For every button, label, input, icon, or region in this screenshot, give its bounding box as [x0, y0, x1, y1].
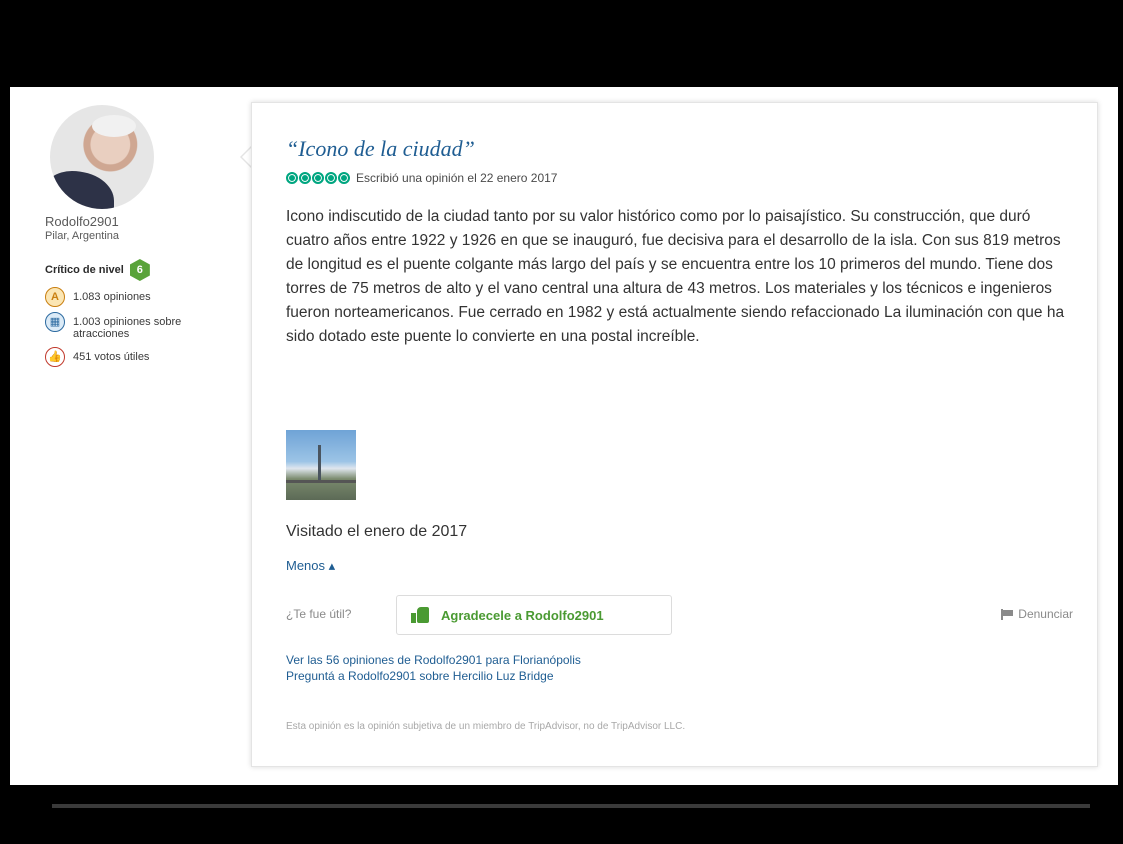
rating-bubbles: [286, 172, 350, 184]
helpful-question: ¿Te fue útil?: [286, 607, 352, 621]
stat-votes-text: 451 votos útiles: [73, 351, 150, 363]
stat-reviews-text: 1.083 opiniones: [73, 291, 151, 303]
disclaimer: Esta opinión es la opinión subjetiva de …: [286, 721, 686, 732]
avatar-hair: [92, 115, 136, 137]
thank-button-label: Agradecele a Rodolfo2901: [441, 607, 604, 623]
photo-bridge-tower: [318, 445, 321, 483]
level-label: Crítico de nivel: [45, 264, 124, 276]
contributor-level: Crítico de nivel 6: [45, 259, 150, 281]
less-link[interactable]: Menos ▴: [286, 558, 335, 574]
screenshot-frame: Rodolfo2901 Pilar, Argentina Crítico de …: [0, 0, 1123, 844]
thank-button[interactable]: Agradecele a Rodolfo2901: [396, 595, 672, 635]
thumbs-up-icon: [411, 607, 431, 623]
stat-votes: 👍 451 votos útiles: [45, 347, 193, 367]
stat-attractions: ▦ 1.003 opiniones sobre atracciones: [45, 312, 193, 340]
report-label: Denunciar: [1018, 607, 1073, 621]
review-pen-icon: A: [45, 287, 65, 307]
less-label: Menos: [286, 558, 326, 573]
rating-bubble-icon: [299, 172, 311, 184]
user-avatar[interactable]: [50, 105, 154, 209]
review-container: Rodolfo2901 Pilar, Argentina Crítico de …: [10, 87, 1118, 785]
rating-row: Escribió una opinión el 22 enero 2017: [286, 171, 557, 185]
review-body: Icono indiscutido de la ciudad tanto por…: [286, 208, 1065, 345]
rating-bubble-icon: [325, 172, 337, 184]
review-photo[interactable]: [286, 430, 356, 500]
bottom-divider: [52, 804, 1090, 808]
rating-bubble-icon: [338, 172, 350, 184]
avatar-shoulder: [50, 171, 114, 209]
username[interactable]: Rodolfo2901: [45, 214, 119, 229]
stat-attractions-text: 1.003 opiniones sobre atracciones: [73, 316, 182, 340]
review-title[interactable]: “Icono de la ciudad”: [286, 136, 475, 162]
see-user-reviews-link[interactable]: Ver las 56 opiniones de Rodolfo2901 para…: [286, 653, 581, 667]
stat-reviews: A 1.083 opiniones: [45, 287, 193, 307]
photo-bridge-deck: [286, 480, 356, 483]
review-card: “Icono de la ciudad” Escribió una opinió…: [251, 102, 1098, 767]
user-location: Pilar, Argentina: [45, 230, 119, 242]
ask-user-link[interactable]: Preguntá a Rodolfo2901 sobre Hercilio Lu…: [286, 669, 554, 683]
review-date: Escribió una opinión el 22 enero 2017: [356, 171, 558, 185]
flag-icon: [1001, 608, 1014, 620]
rating-bubble-icon: [312, 172, 324, 184]
rating-bubble-icon: [286, 172, 298, 184]
chevron-up-icon: ▴: [328, 558, 336, 573]
report-link[interactable]: Denunciar: [1001, 607, 1073, 621]
level-badge-icon: 6: [129, 259, 150, 281]
visit-date: Visitado el enero de 2017: [286, 523, 468, 540]
attraction-icon: ▦: [45, 312, 65, 332]
helpful-thumb-icon: 👍: [45, 347, 65, 367]
